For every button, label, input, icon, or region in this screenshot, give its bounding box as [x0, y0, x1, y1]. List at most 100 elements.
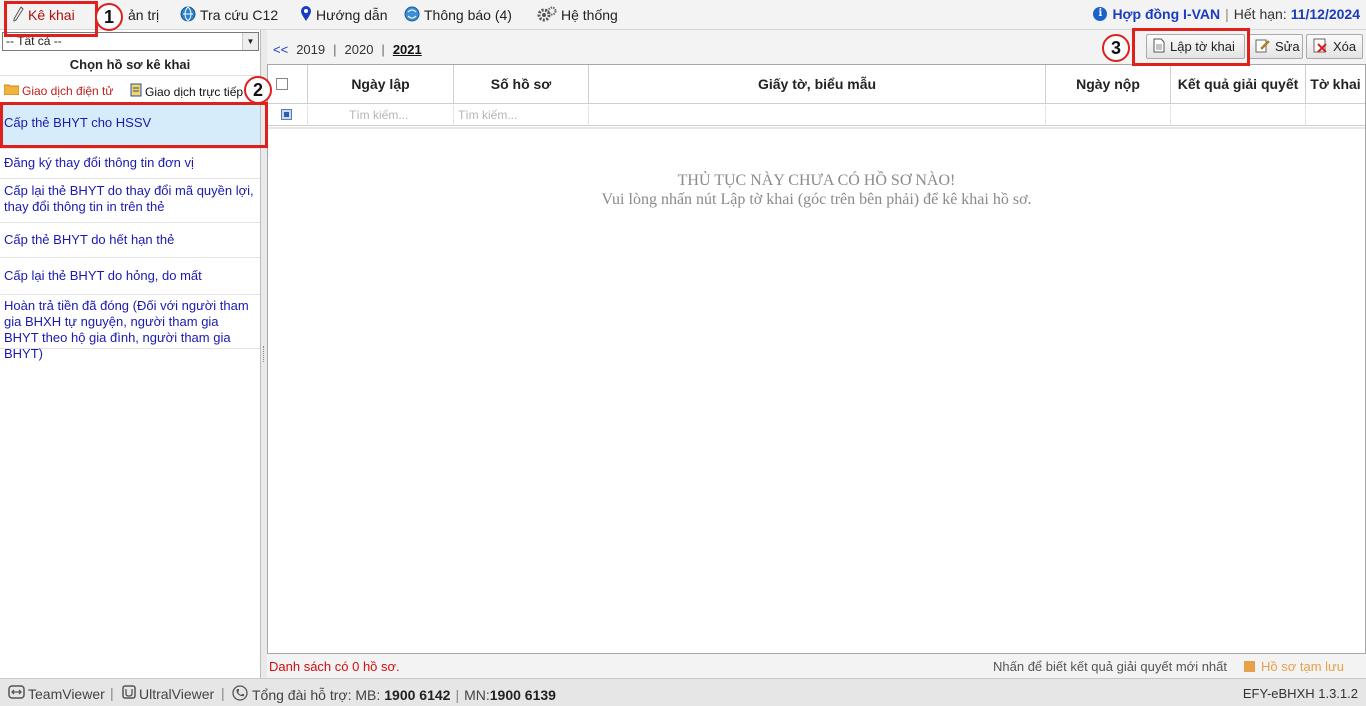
edit-button[interactable]: Sửa — [1248, 34, 1303, 59]
menu-he-thong[interactable]: Hệ thống — [537, 6, 618, 24]
tab-giao-dich-dien-tu[interactable]: Giao dịch điện tử — [3, 83, 113, 98]
filter-cell — [454, 105, 589, 126]
list-item[interactable]: Cấp lại thẻ BHYT do hỏng, do mất — [0, 258, 260, 295]
gears-icon — [537, 6, 557, 25]
phone-icon — [232, 685, 248, 704]
year-prev-button[interactable]: << — [273, 42, 288, 57]
grid-header: Ngày lập Số hồ sơ Giấy tờ, biểu mẫu Ngày… — [268, 65, 1365, 104]
version-label: EFY-eBHXH 1.3.1.2 — [1242, 686, 1358, 701]
select-all-cell — [268, 65, 308, 104]
list-item-label: Cấp thẻ BHYT cho HSSV — [4, 115, 152, 130]
empty-hint: Vui lòng nhấn nút Lập tờ khai (góc trên … — [601, 191, 1032, 208]
hotline-info: Tổng đài hỗ trợ: MB: 1900 6142 | MN: 190… — [232, 685, 556, 704]
list-item-label: Cấp lại thẻ BHYT do thay đổi mã quyền lợ… — [4, 183, 254, 214]
menu-quan-tri[interactable]: ản trị — [128, 6, 159, 24]
ultraviewer-icon — [122, 685, 136, 702]
separator: | — [333, 42, 337, 57]
list-item-label: Cấp thẻ BHYT do hết hạn thẻ — [4, 232, 175, 247]
teamviewer-link[interactable]: TeamViewer — [8, 685, 105, 702]
expiry-date: 11/12/2024 — [1290, 6, 1360, 22]
bell-globe-icon — [404, 6, 420, 25]
draft-legend: Hồ sơ tạm lưu — [1244, 659, 1344, 674]
filter-select[interactable]: -- Tất cả -- ▼ — [2, 32, 259, 51]
separator: | — [110, 685, 114, 701]
button-label: Sửa — [1275, 39, 1300, 54]
filter-cell — [308, 105, 454, 126]
column-header[interactable]: Giấy tờ, biểu mẫu — [589, 65, 1046, 104]
folder-icon — [3, 83, 20, 98]
delete-button[interactable]: Xóa — [1306, 34, 1363, 59]
button-label: Xóa — [1333, 39, 1357, 54]
separator: | — [221, 685, 225, 701]
list-item-label: Đăng ký thay đổi thông tin đơn vị — [4, 155, 194, 170]
hotline-mb: 1900 6142 — [384, 686, 451, 703]
separator: | — [455, 686, 460, 703]
column-header[interactable]: Ngày lập — [308, 65, 454, 104]
empty-state: THỦ TỤC NÀY CHƯA CÓ HỒ SƠ NÀO! Vui lòng … — [268, 171, 1365, 209]
ultraviewer-link[interactable]: UltralViewer — [122, 685, 214, 702]
tab-giao-dich-truc-tiep[interactable]: Giao dịch trực tiếp — [130, 83, 243, 100]
legend-swatch — [1244, 661, 1255, 672]
grid-filter-row — [268, 105, 1365, 126]
menu-bar: Kê khai ản trị Tra cứu C12 Hướng dẫn Thô… — [0, 0, 1366, 30]
list-item-label: Cấp lại thẻ BHYT do hỏng, do mất — [4, 268, 202, 283]
list-item[interactable]: Cấp thẻ BHYT cho HSSV — [0, 104, 260, 149]
column-header[interactable]: Kết quả giải quyết — [1171, 65, 1306, 104]
contract-link[interactable]: Hợp đồng I-VAN — [1112, 6, 1220, 22]
column-header[interactable]: Tờ khai — [1306, 65, 1365, 104]
column-header[interactable]: Ngày nộp — [1046, 65, 1171, 104]
filter-cell — [589, 105, 1046, 126]
chevron-down-icon[interactable]: ▼ — [242, 33, 258, 50]
filter-toggle-icon[interactable] — [281, 109, 292, 120]
select-all-checkbox[interactable] — [276, 78, 288, 90]
year-selector: << 2019 | 2020 | 2021 — [273, 42, 422, 57]
tab-label: Giao dịch trực tiếp — [145, 84, 244, 99]
filter-value: -- Tất cả -- — [6, 34, 62, 48]
hotline-label: Tổng đài hỗ trợ: MB: — [252, 686, 381, 703]
menu-thong-bao[interactable]: Thông báo (4) — [404, 6, 512, 24]
search-input-ngay-lap[interactable] — [308, 105, 453, 125]
hotline-mn: 1900 6139 — [489, 686, 556, 703]
filter-cell — [268, 105, 308, 126]
teamviewer-icon — [8, 685, 25, 702]
step-badge: 2 — [244, 76, 272, 104]
refresh-results-link[interactable]: Nhấn để biết kết quả giải quyết mới nhất — [993, 659, 1227, 674]
edit-icon — [1255, 38, 1270, 56]
menu-label: Thông báo (4) — [424, 7, 512, 23]
list-item[interactable]: Cấp thẻ BHYT do hết hạn thẻ — [0, 223, 260, 258]
column-header[interactable]: Số hồ sơ — [454, 65, 589, 104]
list-item[interactable]: Đăng ký thay đổi thông tin đơn vị — [0, 149, 260, 179]
empty-title: THỦ TỤC NÀY CHƯA CÓ HỒ SƠ NÀO! — [677, 172, 956, 189]
year-link-current[interactable]: 2021 — [393, 42, 422, 57]
status-line: Danh sách có 0 hồ sơ. Nhấn để biết kết q… — [267, 658, 1366, 676]
procedure-list: Cấp thẻ BHYT cho HSSV Đăng ký thay đổi t… — [0, 104, 260, 361]
list-item-label: Hoàn trả tiền đã đóng (Đối với người tha… — [4, 298, 249, 361]
delete-icon — [1313, 38, 1328, 56]
year-link[interactable]: 2019 — [296, 42, 325, 57]
info-icon: i — [1093, 7, 1108, 21]
menu-ke-khai[interactable]: Kê khai — [12, 5, 75, 24]
filter-cell — [1306, 105, 1365, 126]
record-count: Danh sách có 0 hồ sơ. — [269, 659, 400, 674]
menu-huong-dan[interactable]: Hướng dẫn — [300, 6, 387, 24]
records-grid: Ngày lập Số hồ sơ Giấy tờ, biểu mẫu Ngày… — [267, 64, 1366, 654]
legend-label: Hồ sơ tạm lưu — [1261, 659, 1344, 674]
list-item[interactable]: Cấp lại thẻ BHYT do thay đổi mã quyền lợ… — [0, 179, 260, 223]
teamviewer-label: TeamViewer — [28, 685, 105, 702]
create-form-button[interactable]: Lập tờ khai — [1146, 34, 1245, 59]
filter-cell — [1046, 105, 1171, 126]
menu-label: Hệ thống — [561, 7, 618, 23]
menu-label: ản trị — [128, 7, 160, 23]
list-item[interactable]: Hoàn trả tiền đã đóng (Đối với người tha… — [0, 295, 260, 361]
filter-cell — [1171, 105, 1306, 126]
expiry-label: Hết hạn: — [1233, 6, 1287, 22]
right-panel: << 2019 | 2020 | 2021 Lập tờ khai Sửa Xó… — [267, 30, 1366, 678]
year-link[interactable]: 2020 — [345, 42, 374, 57]
document-icon — [1153, 38, 1165, 56]
menu-label: Hướng dẫn — [316, 7, 388, 23]
search-input-so-ho-so[interactable] — [454, 105, 588, 125]
button-label: Lập tờ khai — [1170, 39, 1235, 54]
menu-tra-cuu[interactable]: Tra cứu C12 — [180, 6, 278, 24]
globe-icon — [180, 6, 196, 25]
grip-icon — [263, 346, 265, 362]
